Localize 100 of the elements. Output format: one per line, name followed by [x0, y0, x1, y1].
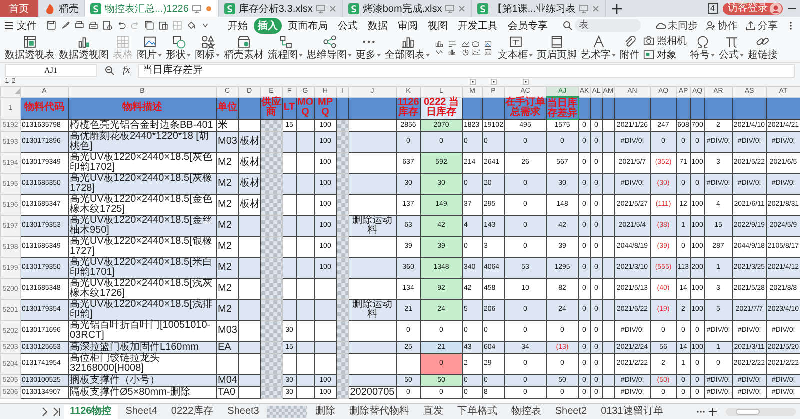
- omega-icon: [696, 35, 710, 49]
- preview-icon[interactable]: [102, 20, 113, 31]
- table-cell: 板材: [238, 194, 260, 216]
- ribbon-tab[interactable]: 页面布局: [284, 18, 332, 34]
- sheet-tab[interactable]: 删除: [309, 404, 342, 418]
- ribbon-button[interactable]: 文本框: [497, 35, 534, 61]
- document-tab[interactable]: 物控表汇总...)1226: [85, 0, 219, 17]
- caret-icon: [711, 54, 715, 57]
- window-count[interactable]: 4: [708, 3, 718, 14]
- document-tab[interactable]: 首页: [0, 0, 39, 17]
- function-button[interactable]: fx: [123, 65, 130, 76]
- brush-icon[interactable]: [60, 20, 71, 31]
- table-cell: 樽榄色亮光铝合金封边条BB-401: [68, 120, 216, 132]
- formula-field[interactable]: 当日库存差异: [138, 64, 795, 78]
- sheet-tab[interactable]: 物控表: [505, 404, 548, 418]
- file-menu[interactable]: 文件: [4, 18, 37, 32]
- ribbon-button[interactable]: 数据透视图: [58, 35, 110, 61]
- paperclip-icon: [623, 35, 637, 49]
- ribbon-tab[interactable]: 审阅: [394, 18, 422, 34]
- ribbon-tab[interactable]: 开始: [224, 18, 252, 34]
- add-sheet-icon[interactable]: [708, 406, 718, 416]
- ribbon-button[interactable]: 页眉页脚: [536, 35, 578, 61]
- group-toggle-icon[interactable]: [522, 79, 528, 85]
- table-cell: 高光UV板1220×2440×18.5[金丝柚木950]: [68, 216, 216, 236]
- sheet-tab[interactable]: Sheet3: [222, 404, 266, 418]
- symbols-icon: [200, 35, 214, 49]
- add-tab-icon[interactable]: [611, 2, 624, 14]
- sheet-tab[interactable]: 直发: [417, 404, 450, 418]
- ribbon-button[interactable]: 数据透视表: [4, 35, 56, 61]
- mind-map-icon: [322, 35, 336, 49]
- close-icon[interactable]: [592, 4, 600, 12]
- ribbon-button[interactable]: 图片: [136, 35, 163, 61]
- monitor-icon[interactable]: [192, 4, 202, 14]
- ribbon-button[interactable]: 思维导图: [306, 35, 353, 61]
- ribbon-button[interactable]: 艺术字: [580, 35, 617, 61]
- copy-icon[interactable]: [144, 20, 155, 31]
- pi-icon: [724, 35, 738, 49]
- table-cell: 高光UV板1220×2440×18.5[金色橡木纹1725]: [68, 194, 216, 216]
- pivot-table-icon: [23, 35, 37, 49]
- table-cell: 板材: [238, 132, 260, 152]
- sheet-tab[interactable]: 1126物控: [64, 404, 118, 418]
- picture-icon: [142, 35, 156, 49]
- ribbon-button[interactable]: 附件: [619, 35, 641, 61]
- horizontal-scrollbar[interactable]: [726, 408, 796, 416]
- table-cell: 高光UV板1220×2440×18.5[银橡1727]: [68, 236, 216, 258]
- group-toggle-icon[interactable]: [470, 79, 476, 85]
- ribbon-button[interactable]: 全部图表: [384, 35, 431, 61]
- ribbon-tab[interactable]: 会员专享: [504, 18, 552, 34]
- ribbon-button[interactable]: 稻壳素材: [223, 35, 265, 61]
- search-icon[interactable]: [563, 20, 573, 30]
- sheet-tab[interactable]: Sheet2: [549, 404, 594, 418]
- ribbon-tab[interactable]: 公式: [334, 18, 362, 34]
- ribbon-tab[interactable]: 开发工具: [454, 18, 502, 34]
- flowchart-icon: [278, 35, 292, 49]
- sheet-tab[interactable]: 0222库存: [165, 404, 220, 418]
- ribbon-button[interactable]: 公式: [718, 35, 745, 61]
- name-box[interactable]: AJ1: [5, 64, 97, 77]
- last-sheet-icon[interactable]: [52, 406, 62, 416]
- next-sheet-icon[interactable]: [40, 406, 50, 416]
- column-header: 供应商: [260, 97, 282, 120]
- ribbon-button[interactable]: 符号: [689, 35, 716, 61]
- flame-logo-icon: [44, 2, 56, 14]
- ribbon-button[interactable]: 图标: [194, 35, 221, 61]
- toolbar-action[interactable]: 协作: [706, 18, 738, 32]
- toolbar-action[interactable]: 分享: [746, 18, 778, 32]
- table-cell: 搁板支撑件（小号）: [68, 374, 216, 386]
- avatar-icon: [770, 2, 782, 14]
- pivot-chart-icon: [77, 35, 91, 49]
- ribbon-button[interactable]: 流程图: [267, 35, 304, 61]
- login-button[interactable]: 访客登录: [723, 2, 783, 14]
- sheet-tab[interactable]: 下单格式: [451, 404, 504, 418]
- ribbon-tab[interactable]: 数据: [364, 18, 392, 34]
- ribbon-button[interactable]: 更多: [355, 35, 382, 61]
- print-icon[interactable]: [74, 20, 85, 31]
- spreadsheet-file-icon: [348, 2, 360, 14]
- person-icon: [706, 20, 716, 30]
- column-header: 物料代码: [20, 97, 68, 120]
- close-icon[interactable]: [328, 4, 337, 12]
- save-icon[interactable]: [46, 20, 57, 31]
- table-cell: M2: [216, 216, 238, 236]
- undo-icon[interactable]: [116, 20, 127, 31]
- column-header: MOQ: [296, 97, 314, 120]
- search-field[interactable]: 表: [575, 19, 641, 32]
- ribbon-button[interactable]: 照相机: [643, 35, 687, 47]
- bucket-icon[interactable]: [186, 20, 197, 31]
- ribbon-tab[interactable]: 视图: [424, 18, 452, 34]
- toolbar-action[interactable]: 未同步: [656, 18, 698, 32]
- sheet-tab[interactable]: Sheet4: [120, 404, 164, 418]
- zoom-icon[interactable]: [105, 66, 115, 76]
- printer-icon[interactable]: [88, 20, 99, 31]
- column-header: 1126库存: [396, 97, 420, 120]
- sheet-tab[interactable]: 0131速留订单: [595, 404, 670, 418]
- close-icon[interactable]: [458, 4, 466, 12]
- table-cell: 20200705: [348, 386, 396, 398]
- ribbon-button[interactable]: 形状: [165, 35, 192, 61]
- ribbon-button[interactable]: 超链接: [747, 35, 779, 61]
- paste-icon[interactable]: [158, 20, 169, 31]
- sheet-tab[interactable]: 删除替代物料: [343, 404, 416, 418]
- ribbon-button[interactable]: 对象: [643, 49, 687, 61]
- group-toggle-icon[interactable]: [490, 79, 496, 85]
